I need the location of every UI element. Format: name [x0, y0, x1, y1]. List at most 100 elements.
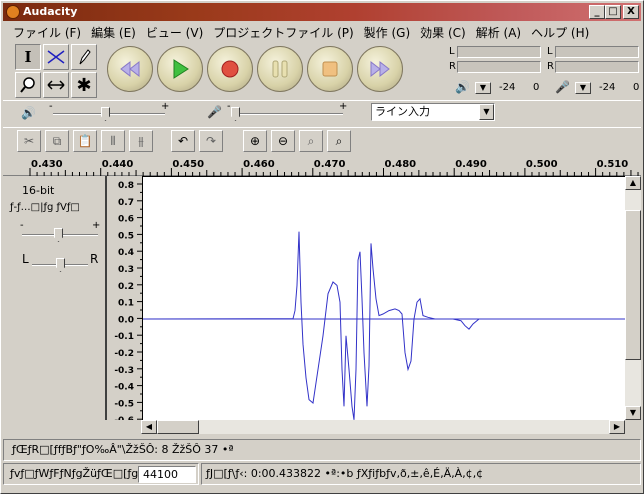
play-button[interactable]	[157, 46, 203, 92]
input-volume-track[interactable]	[231, 113, 343, 115]
project-rate-panel: ƒvƒ□ƒWƒFƒNƒgŽüƒŒ□[ƒg: 44100	[3, 463, 199, 485]
menu-edit[interactable]: 編集 (E)	[87, 22, 142, 41]
maximize-button[interactable]: □	[605, 5, 621, 19]
scroll-left-button[interactable]: ◀	[141, 420, 157, 434]
track-control-panel: 16-bit ƒ-ƒ…□|ƒg ƒVƒ□ - + L R	[8, 176, 107, 420]
output-volume-slider[interactable]	[101, 107, 110, 121]
ruler-tick-label: 0.510	[597, 159, 629, 170]
output-volume-max: +	[161, 101, 170, 112]
selection-tool-icon[interactable]: I	[15, 44, 41, 70]
play-db-label: -24	[499, 82, 516, 93]
project-rate-label: ƒvƒ□ƒWƒFƒNƒgŽüƒŒ□[ƒg:	[10, 467, 142, 480]
amplitude-tick-label: 0.8	[118, 181, 134, 191]
minimize-button[interactable]: _	[589, 5, 605, 19]
chevron-down-icon[interactable]: ▼	[479, 104, 494, 120]
amplitude-tick-label: -0.3	[114, 366, 134, 376]
close-button[interactable]: X	[623, 5, 639, 19]
scroll-down-button[interactable]: ▼	[625, 406, 641, 420]
amplitude-ticks: 0.8 0.7 0.6 0.5 0.4 0.3 0.2 0.1 0.0 -0.1 -0.2 -0.3 -…	[114, 181, 143, 429]
waveform	[142, 231, 625, 420]
output-volume-icon: 🔊	[21, 106, 36, 120]
edit-toolbar: ✂ ⧉ 📋 ⫴ ⫵ ↶ ↷ ⊕ ⊖ ⌕ ⌕	[3, 127, 641, 155]
menu-effect[interactable]: 効果 (C)	[416, 22, 472, 41]
amplitude-ruler: 0.8 0.7 0.6 0.5 0.4 0.3 0.2 0.1 0.0 -0.1 -0.2 -0.3 -…	[107, 176, 143, 429]
waveform-display[interactable]	[142, 176, 625, 420]
envelope-tool-icon[interactable]	[43, 44, 69, 70]
scroll-right-button[interactable]: ▶	[609, 420, 625, 434]
ruler-tick-label: 0.500	[526, 159, 558, 170]
tools-palette: I ✱	[15, 44, 101, 98]
amplitude-tick-label: 0.5	[118, 231, 134, 241]
amplitude-tick-label: 0.2	[118, 282, 134, 292]
level-meters: L R L R 🔊 ▼ -24 0 🎤 ▼ -24 0	[443, 44, 641, 98]
rec-meter-right[interactable]	[555, 61, 639, 73]
play-zero-label: 0	[533, 82, 540, 93]
menu-help[interactable]: ヘルプ (H)	[527, 22, 595, 41]
menu-project[interactable]: プロジェクトファイル (P)	[209, 22, 359, 41]
pan-right-label: R	[90, 252, 99, 266]
play-meter-left-label: L	[449, 46, 455, 57]
fit-selection-icon[interactable]: ⌕	[299, 130, 323, 152]
gain-slider[interactable]	[54, 228, 63, 242]
menu-file[interactable]: ファイル (F)	[9, 22, 87, 41]
play-meter-right-label: R	[449, 61, 456, 72]
input-volume-slider[interactable]	[231, 107, 240, 121]
microphone-icon: 🎤	[555, 80, 570, 94]
amplitude-tick-label: 0.1	[118, 299, 134, 309]
ruler-tick-label: 0.430	[31, 159, 63, 170]
draw-tool-icon[interactable]	[71, 44, 97, 70]
undo-icon[interactable]: ↶	[171, 130, 195, 152]
redo-icon[interactable]: ↷	[199, 130, 223, 152]
menu-generate[interactable]: 製作 (G)	[360, 22, 416, 41]
pan-slider[interactable]	[56, 258, 65, 272]
record-button[interactable]	[207, 46, 253, 92]
copy-icon[interactable]: ⧉	[45, 130, 69, 152]
horizontal-scrollbar[interactable]: ◀ ▶	[141, 420, 625, 434]
horizontal-scroll-thumb[interactable]	[157, 420, 199, 434]
audacity-window: Audacity _ □ X ファイル (F) 編集 (E) ビュー (V) プ…	[0, 0, 644, 494]
multi-tool-icon[interactable]: ✱	[71, 72, 97, 98]
scroll-up-button[interactable]: ▲	[625, 176, 641, 190]
track-menu-button[interactable]: ƒ-ƒ…□|ƒg ƒVƒ□	[10, 202, 80, 213]
rec-meter-left[interactable]	[555, 46, 639, 58]
input-volume-min: -	[227, 101, 231, 112]
input-volume-icon: 🎤	[207, 105, 222, 119]
menu-view[interactable]: ビュー (V)	[142, 22, 209, 41]
project-rate-field[interactable]: 44100	[138, 466, 196, 483]
play-meter-left[interactable]	[457, 46, 541, 58]
title-bar[interactable]: Audacity _ □ X	[3, 3, 641, 21]
skip-end-button[interactable]	[357, 46, 403, 92]
play-meter-right[interactable]	[457, 61, 541, 73]
amplitude-tick-label: -0.4	[114, 383, 134, 393]
skip-start-button[interactable]	[107, 46, 153, 92]
ruler-tick-label: 0.440	[102, 159, 134, 170]
fit-project-icon[interactable]: ⌕	[327, 130, 351, 152]
menu-analyze[interactable]: 解析 (A)	[472, 22, 527, 41]
zoom-in-icon[interactable]: ⊕	[243, 130, 267, 152]
rec-zero-label: 0	[633, 82, 640, 93]
timeline-ruler[interactable]: 0.430 0.440 0.450 0.460 0.470 0.480 0.490 0.500…	[3, 156, 641, 176]
play-meter-menu-button[interactable]: ▼	[475, 82, 491, 94]
cursor-status: ƒJ□[ƒ\ƒ‹: 0:00.433822 •ª:•b ƒXƒiƒbƒv‚ð‚±…	[201, 463, 641, 485]
zoom-out-icon[interactable]: ⊖	[271, 130, 295, 152]
amplitude-tick-label: -0.5	[114, 399, 134, 409]
input-source-select[interactable]: ライン入力 ▼	[371, 103, 495, 121]
silence-icon[interactable]: ⫵	[129, 130, 153, 152]
pause-button[interactable]	[257, 46, 303, 92]
cut-icon[interactable]: ✂	[17, 130, 41, 152]
amplitude-tick-label: -0.6	[114, 416, 134, 420]
paste-icon[interactable]: 📋	[73, 130, 97, 152]
bottom-status-bar: ƒvƒ□ƒWƒFƒNƒgŽüƒŒ□[ƒg: 44100 ƒJ□[ƒ\ƒ‹: 0:…	[3, 463, 641, 487]
stop-button[interactable]	[307, 46, 353, 92]
speaker-icon: 🔊	[455, 80, 470, 94]
timeshift-tool-icon[interactable]	[43, 72, 69, 98]
rec-meter-menu-button[interactable]: ▼	[575, 82, 591, 94]
vertical-scrollbar[interactable]: ▲ ▼	[625, 176, 641, 420]
amplitude-tick-label: 0.6	[118, 215, 134, 225]
trim-icon[interactable]: ⫴	[101, 130, 125, 152]
transport-controls	[107, 46, 403, 92]
vertical-scroll-thumb[interactable]	[625, 210, 641, 360]
ruler-tick-label: 0.450	[172, 159, 204, 170]
ruler-tick-label: 0.460	[243, 159, 275, 170]
zoom-tool-icon[interactable]	[15, 72, 41, 98]
